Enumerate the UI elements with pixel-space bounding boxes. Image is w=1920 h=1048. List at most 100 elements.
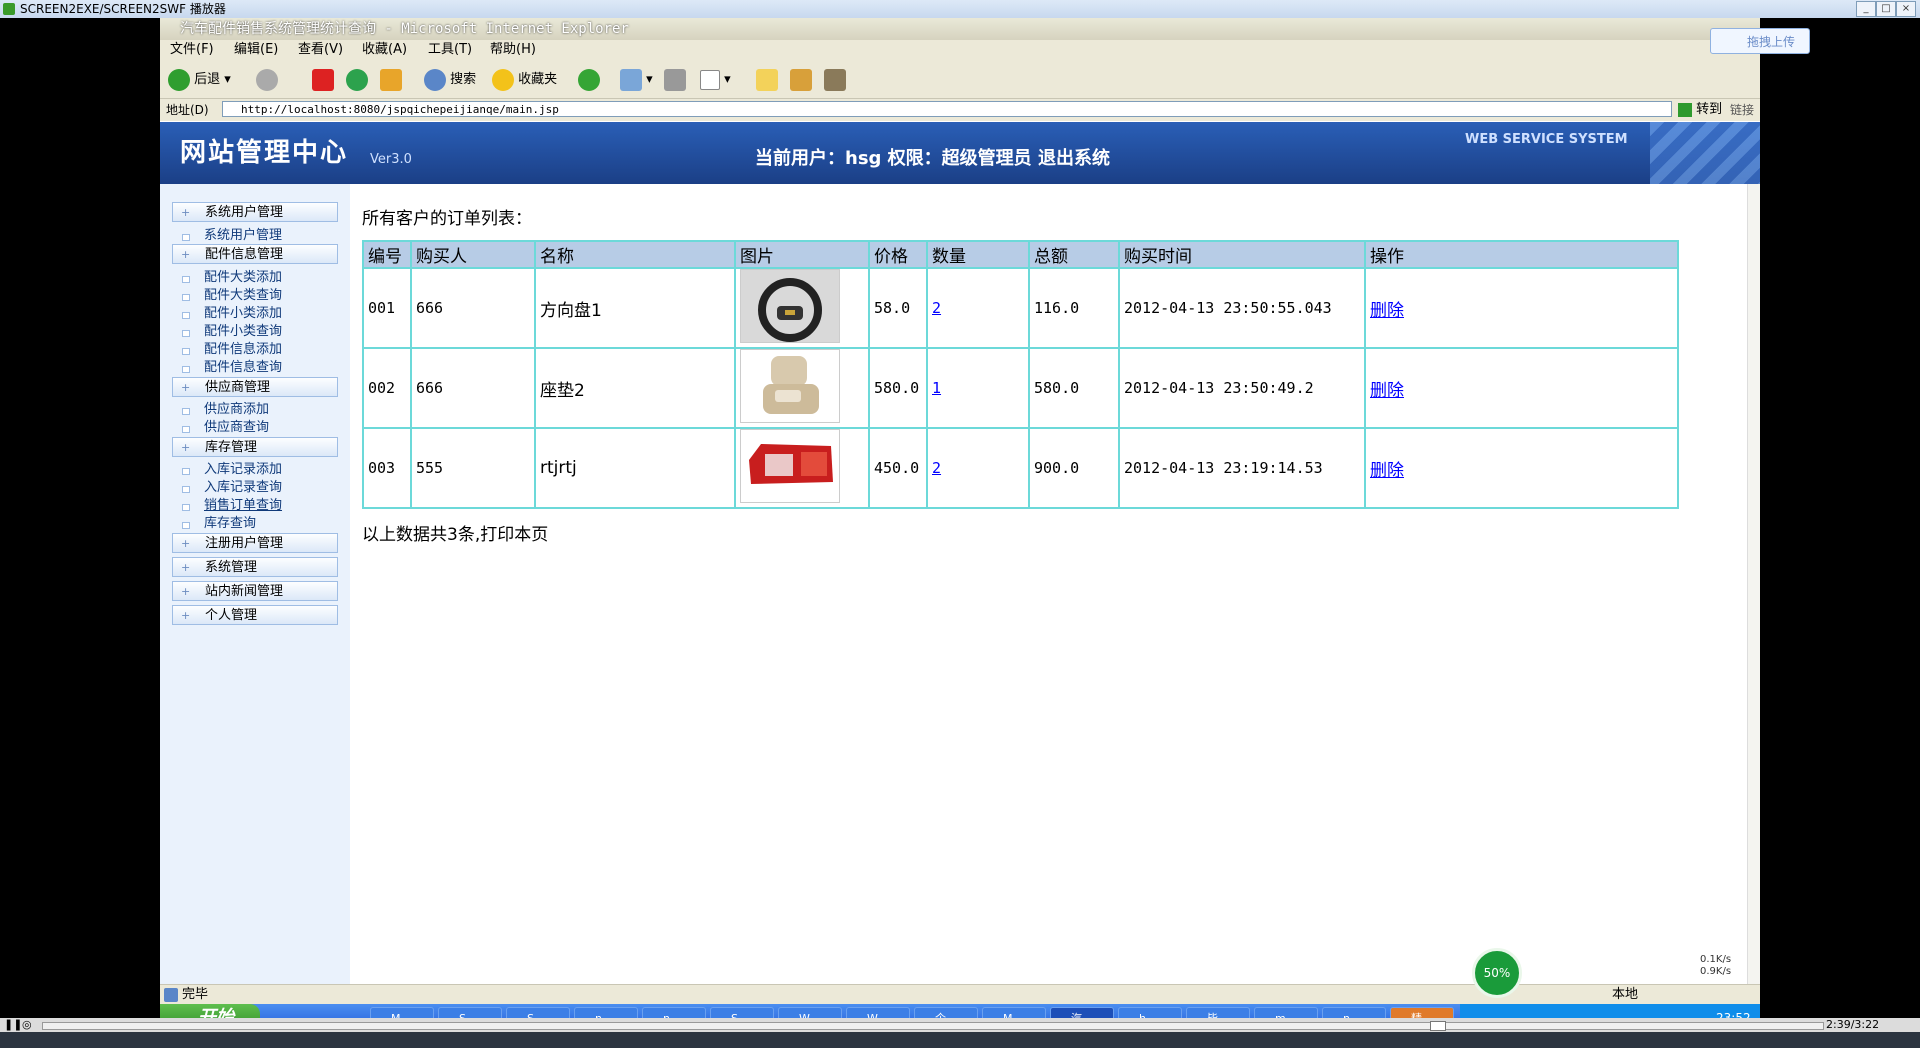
sidebar-item-add-supplier[interactable]: 供应商添加 bbox=[180, 401, 340, 419]
sidebar-group-news[interactable]: 站内新闻管理 bbox=[172, 581, 338, 602]
cell-qty: 1 bbox=[926, 347, 1030, 429]
delete-link[interactable]: 删除 bbox=[1370, 301, 1404, 321]
player-titlebar: SCREEN2EXE/SCREEN2SWF 播放器 _ □ × bbox=[0, 0, 1920, 18]
col-buyer: 购买人 bbox=[410, 240, 536, 269]
qty-link[interactable]: 1 bbox=[932, 379, 941, 397]
taskbar-item[interactable]: n... bbox=[574, 1007, 638, 1018]
menu-help[interactable]: 帮助(H) bbox=[490, 40, 536, 60]
cell-total: 900.0 bbox=[1028, 427, 1120, 509]
qty-link[interactable]: 2 bbox=[932, 299, 941, 317]
sidebar-item-add-stock-in[interactable]: 入库记录添加 bbox=[180, 461, 340, 479]
taskbar-item-active[interactable]: 汽... bbox=[1050, 1007, 1114, 1018]
sidebar-item-inventory-query[interactable]: 库存查询 bbox=[180, 515, 340, 533]
taskbar-item[interactable]: 企... bbox=[914, 1007, 978, 1018]
col-price: 价格 bbox=[868, 240, 928, 269]
home-button[interactable] bbox=[380, 68, 402, 92]
taskbar-item[interactable]: S... bbox=[438, 1007, 502, 1018]
sidebar-item-query-parts[interactable]: 配件信息查询 bbox=[180, 359, 340, 377]
stop-playback-icon[interactable]: ◎ bbox=[22, 1018, 32, 1032]
menu-file[interactable]: 文件(F) bbox=[170, 40, 214, 60]
history-button[interactable] bbox=[578, 68, 600, 92]
sidebar-group-personal[interactable]: 个人管理 bbox=[172, 605, 338, 626]
maximize-icon[interactable]: □ bbox=[1876, 1, 1896, 17]
sidebar-item-add-parts[interactable]: 配件信息添加 bbox=[180, 341, 340, 359]
menu-view[interactable]: 查看(V) bbox=[298, 40, 343, 60]
taskbar-item[interactable]: M... bbox=[982, 1007, 1046, 1018]
close-icon[interactable]: × bbox=[1896, 1, 1916, 17]
taskbar-item[interactable]: S... bbox=[710, 1007, 774, 1018]
messenger-button[interactable] bbox=[824, 68, 846, 92]
net-speed: 0.1K/s 0.9K/s bbox=[1700, 954, 1731, 978]
taskbar-item[interactable]: W... bbox=[778, 1007, 842, 1018]
sidebar-group-system-users[interactable]: 系统用户管理 bbox=[172, 202, 338, 223]
start-button[interactable]: 开始 bbox=[160, 1004, 260, 1018]
sidebar-item-query-subcategory[interactable]: 配件小类查询 bbox=[180, 323, 340, 341]
table-header-row: 编号 购买人 名称 图片 价格 数量 总额 购买时间 操作 bbox=[362, 240, 1679, 269]
mail-button[interactable]: ▾ bbox=[620, 68, 653, 92]
taskbar-item[interactable]: n... bbox=[642, 1007, 706, 1018]
minimize-icon[interactable]: _ bbox=[1856, 1, 1876, 17]
vertical-scrollbar[interactable] bbox=[1747, 184, 1760, 984]
cell-qty: 2 bbox=[926, 267, 1030, 349]
cell-action: 删除 bbox=[1364, 267, 1679, 349]
sidebar-item-query-category[interactable]: 配件大类查询 bbox=[180, 287, 340, 305]
cell-name: 座垫2 bbox=[534, 347, 736, 429]
go-button[interactable]: 转到 bbox=[1678, 99, 1722, 121]
sidebar-item-query-stock-in[interactable]: 入库记录查询 bbox=[180, 479, 340, 497]
site-logo: 网站管理中心 bbox=[180, 138, 349, 168]
orders-table: 编号 购买人 名称 图片 价格 数量 总额 购买时间 操作 001 666 方向… bbox=[362, 240, 1679, 509]
delete-link[interactable]: 删除 bbox=[1370, 381, 1404, 401]
upload-button[interactable]: 拖拽上传 bbox=[1710, 28, 1810, 54]
seek-knob[interactable] bbox=[1430, 1021, 1446, 1031]
print-button[interactable] bbox=[664, 68, 686, 92]
taskbar-item[interactable]: W... bbox=[846, 1007, 910, 1018]
menu-favorites[interactable]: 收藏(A) bbox=[362, 40, 407, 60]
edit-button[interactable]: ▾ bbox=[700, 68, 731, 92]
sidebar-group-registered-users[interactable]: 注册用户管理 bbox=[172, 533, 338, 554]
clock[interactable]: 23:52 bbox=[1716, 1004, 1751, 1018]
taskbar-item[interactable]: 精... bbox=[1390, 1007, 1454, 1018]
taskbar-item[interactable]: M... bbox=[370, 1007, 434, 1018]
taskbar-item[interactable]: m... bbox=[1254, 1007, 1318, 1018]
sidebar-item-add-subcategory[interactable]: 配件小类添加 bbox=[180, 305, 340, 323]
stop-button[interactable] bbox=[312, 68, 334, 92]
taskbar-item[interactable]: 毕... bbox=[1186, 1007, 1250, 1018]
cell-qty: 2 bbox=[926, 427, 1030, 509]
address-input[interactable]: http://localhost:8080/jspqichepeijianqe/… bbox=[222, 101, 1672, 117]
cell-price: 58.0 bbox=[868, 267, 928, 349]
seek-bar[interactable] bbox=[42, 1021, 1824, 1031]
taskbar-item[interactable]: h... bbox=[1118, 1007, 1182, 1018]
menu-tools[interactable]: 工具(T) bbox=[428, 40, 472, 60]
cell-total: 116.0 bbox=[1028, 267, 1120, 349]
record-count-note[interactable]: 以上数据共3条,打印本页 bbox=[362, 520, 548, 545]
network-usage-badge[interactable]: 50% bbox=[1472, 948, 1522, 998]
system-tray: 23:52 bbox=[1460, 1004, 1760, 1018]
sidebar-group-system[interactable]: 系统管理 bbox=[172, 557, 338, 578]
qty-link[interactable]: 2 bbox=[932, 459, 941, 477]
sidebar-group-inventory[interactable]: 库存管理 bbox=[172, 437, 338, 458]
col-image: 图片 bbox=[734, 240, 870, 269]
taskbar-item[interactable]: S... bbox=[506, 1007, 570, 1018]
discuss-button[interactable] bbox=[756, 68, 778, 92]
refresh-button[interactable] bbox=[346, 68, 368, 92]
forward-button[interactable] bbox=[256, 68, 278, 92]
links-label[interactable]: 链接 bbox=[1730, 99, 1754, 121]
pause-icon[interactable]: ❚❚ bbox=[4, 1018, 22, 1032]
sidebar-group-parts-info[interactable]: 配件信息管理 bbox=[172, 244, 338, 265]
current-user-info[interactable]: 当前用户：hsg 权限：超级管理员 退出系统 bbox=[755, 144, 1110, 170]
research-button[interactable] bbox=[790, 68, 812, 92]
sidebar-item-sales-orders[interactable]: 销售订单查询 bbox=[180, 497, 340, 515]
menu-edit[interactable]: 编辑(E) bbox=[234, 40, 278, 60]
search-button[interactable]: 搜索 bbox=[424, 68, 476, 92]
mail-icon bbox=[620, 68, 642, 91]
favorites-button[interactable]: 收藏夹 bbox=[492, 68, 557, 92]
sidebar-group-suppliers[interactable]: 供应商管理 bbox=[172, 377, 338, 398]
sidebar-item-query-supplier[interactable]: 供应商查询 bbox=[180, 419, 340, 437]
book-icon bbox=[790, 68, 812, 91]
sidebar-item-system-users[interactable]: 系统用户管理 bbox=[180, 227, 340, 245]
taskbar-item[interactable]: n... bbox=[1322, 1007, 1386, 1018]
sidebar-item-add-category[interactable]: 配件大类添加 bbox=[180, 269, 340, 287]
delete-link[interactable]: 删除 bbox=[1370, 461, 1404, 481]
player-title: SCREEN2EXE/SCREEN2SWF 播放器 bbox=[20, 2, 226, 16]
back-button[interactable]: 后退 ▾ bbox=[168, 68, 231, 92]
